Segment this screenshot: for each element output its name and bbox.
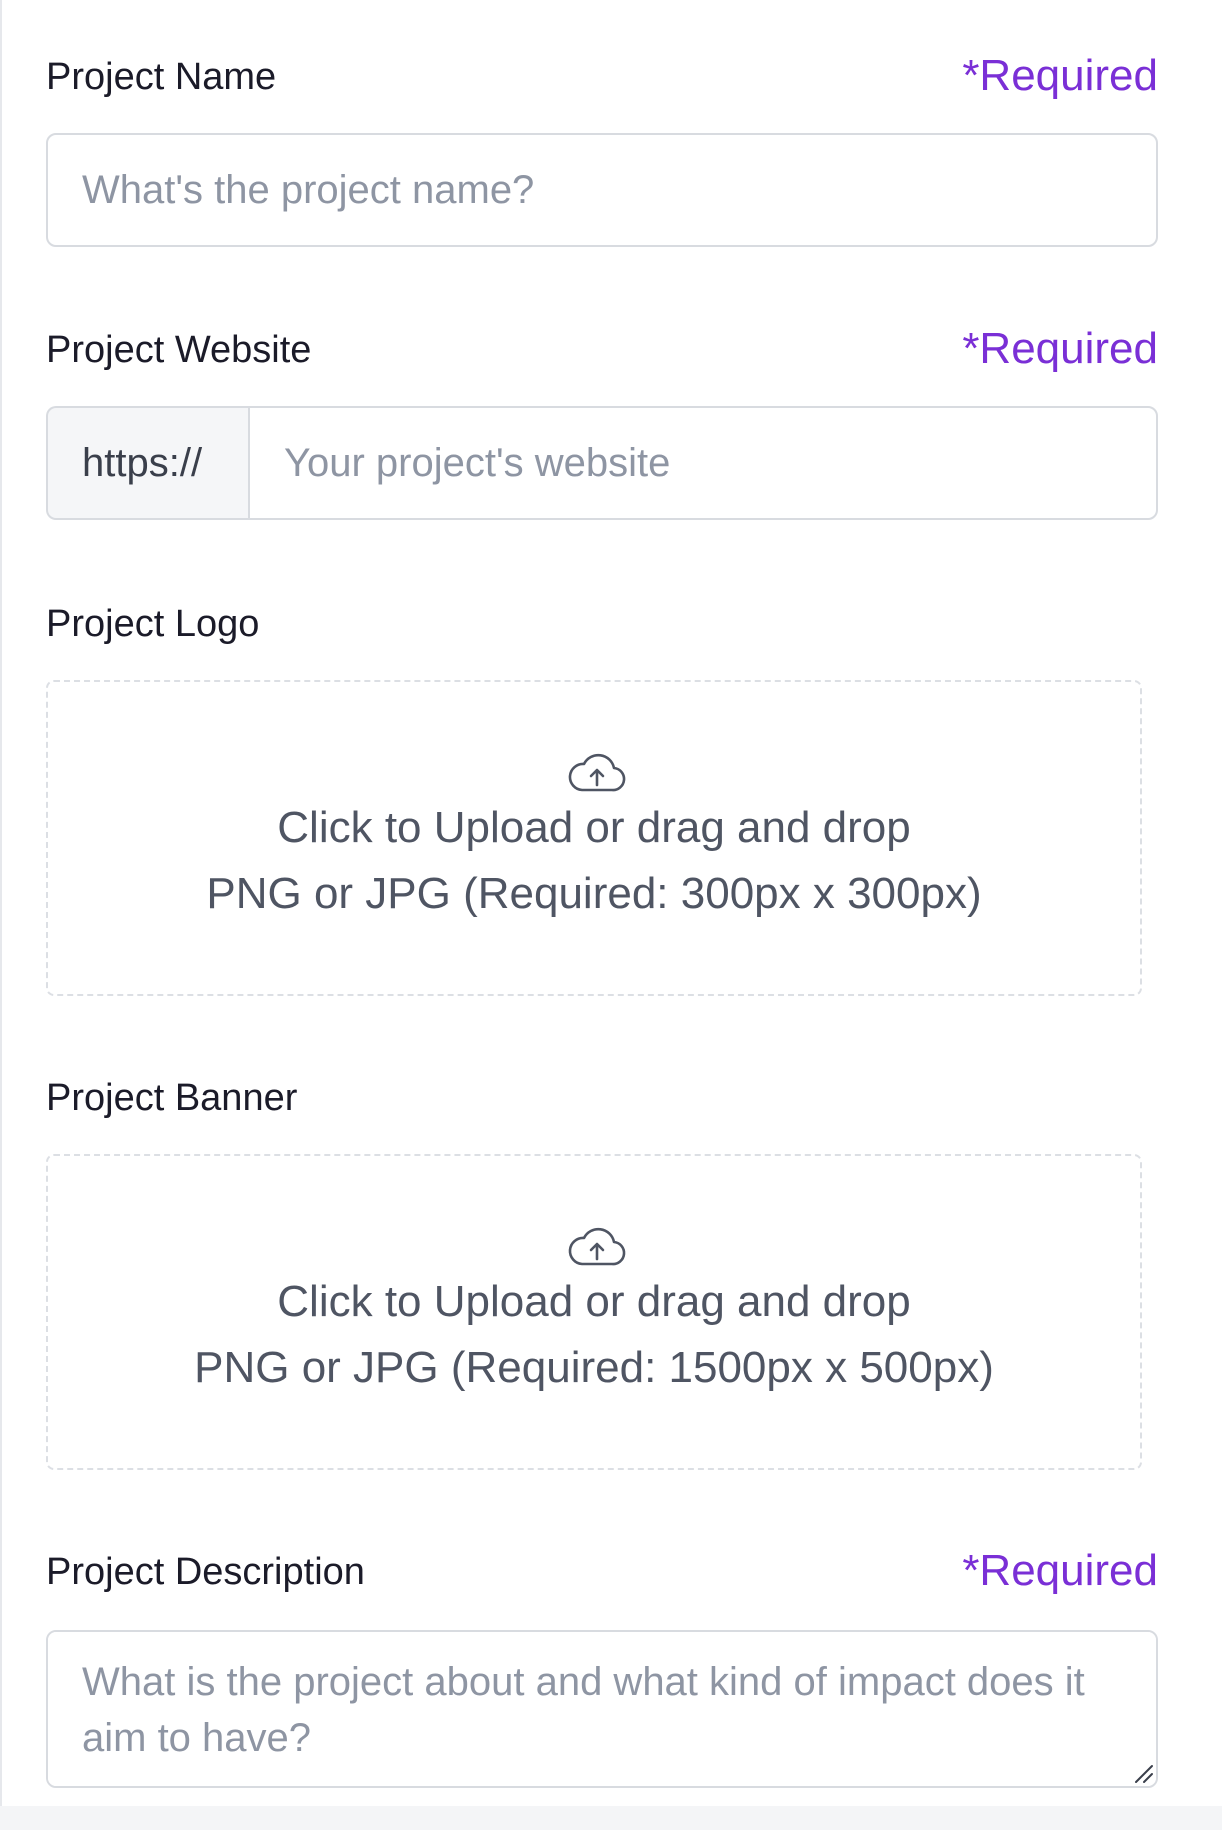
project-website-label: Project Website bbox=[46, 329, 312, 371]
project-logo-label: Project Logo bbox=[46, 603, 260, 645]
project-banner-label: Project Banner bbox=[46, 1077, 298, 1119]
project-website-group: https:// bbox=[46, 406, 1158, 520]
bottom-strip bbox=[0, 1806, 1222, 1830]
cloud-upload-icon bbox=[568, 753, 626, 792]
project-logo-dropzone[interactable]: Click to Upload or drag and drop PNG or … bbox=[46, 680, 1142, 996]
url-prefix: https:// bbox=[46, 406, 248, 520]
project-description-label: Project Description bbox=[46, 1551, 365, 1593]
banner-upload-text: Click to Upload or drag and drop bbox=[277, 1277, 911, 1326]
project-description-required: *Required bbox=[962, 1546, 1158, 1595]
resize-handle-icon[interactable] bbox=[1132, 1762, 1154, 1784]
project-name-label: Project Name bbox=[46, 56, 277, 98]
logo-upload-hint: PNG or JPG (Required: 300px x 300px) bbox=[206, 869, 982, 918]
logo-upload-text: Click to Upload or drag and drop bbox=[277, 803, 911, 852]
project-description-textarea[interactable] bbox=[46, 1630, 1158, 1788]
left-divider bbox=[0, 0, 2, 1830]
project-banner-dropzone[interactable]: Click to Upload or drag and drop PNG or … bbox=[46, 1154, 1142, 1470]
project-website-required: *Required bbox=[962, 324, 1158, 373]
project-form: Project Name *Required Project Website *… bbox=[0, 0, 1222, 1830]
project-name-input[interactable] bbox=[46, 133, 1158, 247]
banner-upload-hint: PNG or JPG (Required: 1500px x 500px) bbox=[194, 1343, 994, 1392]
cloud-upload-icon bbox=[568, 1227, 626, 1266]
project-website-input[interactable] bbox=[248, 406, 1158, 520]
project-name-required: *Required bbox=[962, 51, 1158, 100]
